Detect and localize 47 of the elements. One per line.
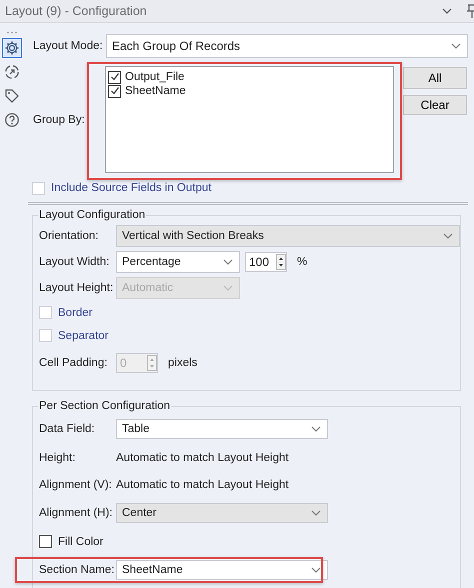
group-title: Per Section Configuration: [38, 400, 172, 412]
more-icon[interactable]: [6, 31, 18, 34]
number-spinner[interactable]: 100: [245, 252, 287, 272]
field-label: Cell Padding:: [39, 357, 108, 369]
field-label: Group By:: [33, 114, 85, 126]
group-title: Layout Configuration: [38, 209, 146, 221]
help-icon[interactable]: [2, 110, 22, 130]
unit-label: %: [297, 256, 308, 268]
window-title: Layout (9) - Configuration: [5, 4, 148, 18]
checkbox-label: Separator: [58, 330, 109, 342]
chevron-down-icon[interactable]: [311, 567, 321, 573]
field-label: Orientation:: [39, 230, 100, 242]
dropdown[interactable]: Table: [116, 419, 328, 439]
settings-icon[interactable]: [2, 38, 22, 58]
checkbox[interactable]: [39, 535, 52, 548]
checkbox[interactable]: [108, 70, 121, 84]
checkbox-label: Fill Color: [58, 536, 104, 548]
checkbox[interactable]: [108, 84, 121, 98]
dropdown[interactable]: Vertical with Section Breaks: [116, 225, 460, 247]
list-item[interactable]: SheetName: [125, 85, 186, 97]
dropdown[interactable]: SheetName: [116, 560, 328, 580]
dropdown[interactable]: Center: [116, 503, 328, 523]
chevron-down-icon[interactable]: [223, 259, 233, 265]
chevron-down-icon[interactable]: [451, 43, 461, 49]
layout-mode-dropdown[interactable]: Each Group Of Records: [106, 34, 468, 58]
action-button[interactable]: All: [403, 67, 467, 89]
checkbox-label: Border: [58, 306, 93, 318]
unit-label: pixels: [168, 357, 198, 369]
value-text: Automatic to match Layout Height: [116, 478, 289, 490]
field-label: Height:: [39, 452, 76, 464]
field-label: Section Name:: [39, 564, 116, 576]
field-label: Alignment (V):: [39, 478, 113, 490]
chevron-down-icon[interactable]: [311, 510, 321, 516]
chevron-down-icon[interactable]: [442, 8, 452, 14]
chevron-down-icon[interactable]: [311, 426, 321, 432]
field-label: Alignment (H):: [39, 507, 114, 519]
action-button[interactable]: Clear: [403, 95, 467, 115]
list-item[interactable]: Output_File: [125, 71, 184, 83]
field-label: Layout Width:: [39, 256, 110, 268]
checkbox-label: Include Source Fields in Output: [51, 182, 212, 194]
dropdown[interactable]: Percentage: [116, 251, 240, 273]
field-label: Layout Height:: [39, 282, 114, 294]
value-text: Automatic to match Layout Height: [116, 452, 289, 464]
field-list[interactable]: Output_File SheetName: [105, 66, 394, 173]
chevron-down-icon[interactable]: [443, 233, 453, 239]
field-label: Layout Mode:: [33, 40, 104, 52]
field-label: Data Field:: [39, 423, 96, 435]
